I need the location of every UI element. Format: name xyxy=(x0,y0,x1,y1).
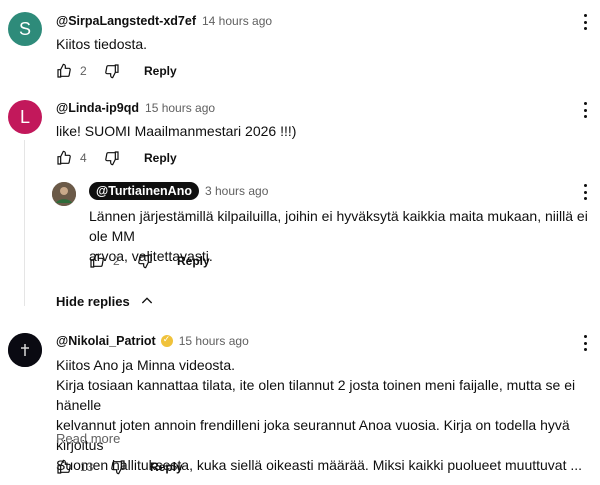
timestamp[interactable]: 3 hours ago xyxy=(205,184,268,198)
thumbs-down-icon xyxy=(111,460,125,475)
hide-replies-label: Hide replies xyxy=(56,293,130,309)
comment-text-line: kelvannut joten annoin frendilleni joka … xyxy=(56,417,570,453)
author-line: @TurtiainenAno 3 hours ago xyxy=(89,182,268,200)
more-options-icon[interactable] xyxy=(580,100,590,120)
avatar[interactable] xyxy=(8,333,42,367)
dislike-button[interactable] xyxy=(108,457,128,477)
author-line: @Linda-ip9qd 15 hours ago xyxy=(56,101,215,115)
avatar-image-icon xyxy=(52,182,76,206)
timestamp[interactable]: 15 hours ago xyxy=(179,334,249,348)
more-options-icon[interactable] xyxy=(580,12,590,32)
like-button[interactable] xyxy=(87,251,107,271)
comment-thread: @Nikolai_Patriot 15 hours ago Kiitos Ano… xyxy=(0,325,600,485)
author-line: @SirpaLangstedt-xd7ef 14 hours ago xyxy=(56,14,272,28)
dislike-button[interactable] xyxy=(135,251,155,271)
comment-text-line: Kiitos Ano ja Minna videosta. xyxy=(56,357,235,373)
more-options-icon[interactable] xyxy=(580,182,590,202)
thumbs-up-icon xyxy=(57,459,71,474)
author-line: @Nikolai_Patriot 15 hours ago xyxy=(56,334,249,348)
thumbs-up-icon xyxy=(57,150,71,165)
avatar-letter: S xyxy=(18,18,31,39)
comment-thread: L @Linda-ip9qd 15 hours ago like! SUOMI … xyxy=(0,90,600,320)
author-name[interactable]: @SirpaLangstedt-xd7ef xyxy=(56,14,196,28)
like-count: 2 xyxy=(113,254,120,268)
timestamp[interactable]: 15 hours ago xyxy=(145,101,215,115)
like-button[interactable] xyxy=(54,457,74,477)
comment-actions: 4 Reply xyxy=(54,146,177,170)
avatar[interactable] xyxy=(52,182,76,206)
thumbs-down-icon xyxy=(105,64,119,79)
more-options-icon[interactable] xyxy=(580,333,590,353)
like-count: 4 xyxy=(80,151,87,165)
thumbs-up-icon xyxy=(57,63,71,78)
like-count: 2 xyxy=(80,64,87,78)
comment-text: like! SUOMI Maailmanmestari 2026 !!!) xyxy=(56,123,297,139)
comment-text-line: Lännen järjestämillä kilpailuilla, joihi… xyxy=(89,208,588,244)
chevron-up-icon xyxy=(141,297,152,304)
comment-text-line: Kirja tosiaan kannattaa tilata, ite olen… xyxy=(56,377,576,413)
hide-replies-button[interactable]: Hide replies xyxy=(56,293,155,309)
comment-text: Kiitos tiedosta. xyxy=(56,36,148,52)
reply-button[interactable]: Reply xyxy=(150,460,183,474)
avatar[interactable]: S xyxy=(8,12,42,46)
like-button[interactable] xyxy=(54,148,74,168)
comment-actions: 2 Reply xyxy=(87,249,210,273)
reply-button[interactable]: Reply xyxy=(144,64,177,78)
like-button[interactable] xyxy=(54,61,74,81)
thumbs-down-icon xyxy=(138,254,152,269)
comment-actions: 13 Reply xyxy=(54,455,183,479)
comment-actions: 2 Reply xyxy=(54,59,177,83)
dislike-button[interactable] xyxy=(102,148,122,168)
author-name[interactable]: @Linda-ip9qd xyxy=(56,101,139,115)
author-name[interactable]: @TurtiainenAno xyxy=(89,182,199,200)
like-count: 13 xyxy=(80,460,94,474)
avatar-image-icon xyxy=(8,333,42,367)
reply-button[interactable]: Reply xyxy=(144,151,177,165)
verified-badge-icon xyxy=(160,334,173,347)
avatar-letter: L xyxy=(19,106,30,127)
read-more-link[interactable]: Read more xyxy=(56,431,120,446)
comment-thread: S @SirpaLangstedt-xd7ef 14 hours ago Kii… xyxy=(0,0,600,90)
timestamp[interactable]: 14 hours ago xyxy=(202,14,272,28)
thumbs-up-icon xyxy=(90,253,104,268)
author-name[interactable]: @Nikolai_Patriot xyxy=(56,334,156,348)
reply-comment: @TurtiainenAno 3 hours ago Lännen järjes… xyxy=(0,178,600,278)
reply-button[interactable]: Reply xyxy=(177,254,210,268)
dislike-button[interactable] xyxy=(102,61,122,81)
thumbs-down-icon xyxy=(105,151,119,166)
avatar[interactable]: L xyxy=(8,100,42,134)
